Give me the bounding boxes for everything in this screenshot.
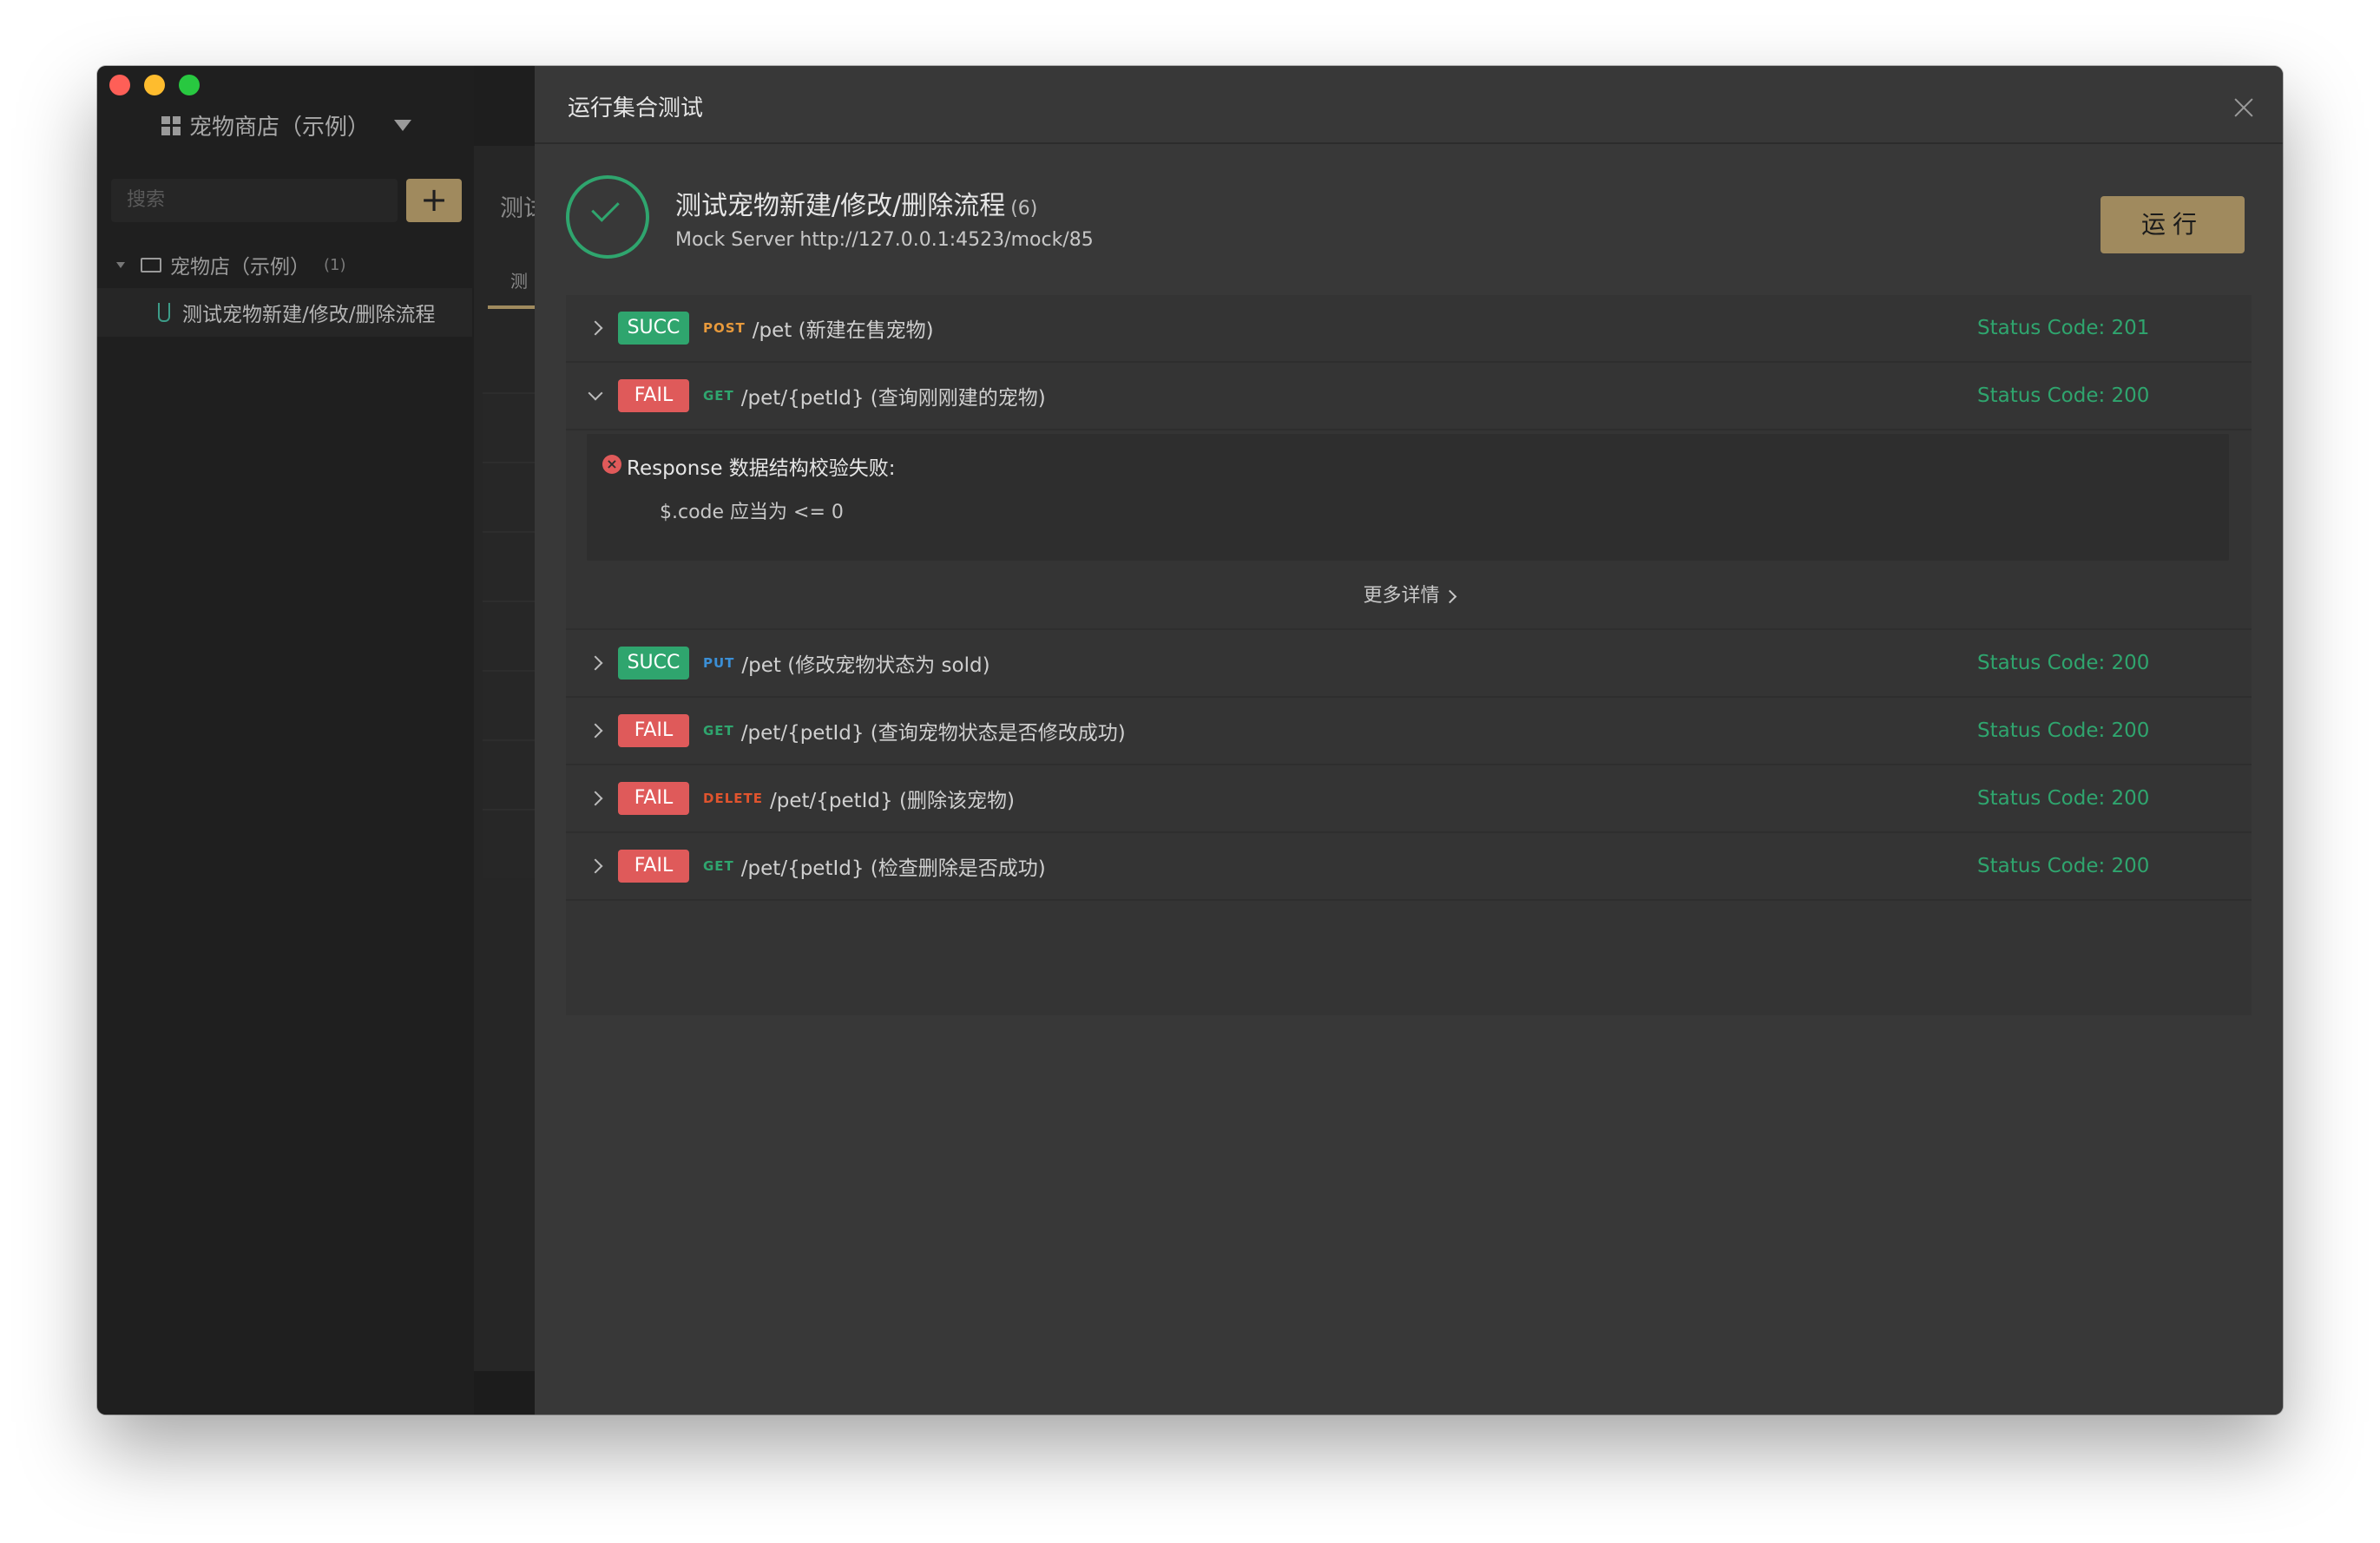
chevron-right-icon <box>588 858 603 874</box>
add-button[interactable]: + <box>406 179 462 222</box>
error-title: Response 数据结构校验失败: <box>627 457 896 480</box>
chevron-down-icon <box>588 385 603 401</box>
project-switcher[interactable]: 宠物商店（示例） <box>161 109 412 141</box>
chevron-right-icon <box>1443 589 1456 603</box>
result-row[interactable]: FAIL GET /pet/{petId} (查询宠物状态是否修改成功) Sta… <box>566 698 2252 765</box>
close-icon[interactable] <box>2234 97 2253 116</box>
background-pane: 测试 测 <box>474 66 547 1415</box>
folder-icon <box>141 257 161 272</box>
suite-count: (6) <box>1010 198 1038 220</box>
http-method: GET <box>703 723 734 739</box>
http-method: GET <box>703 388 734 404</box>
grid-icon <box>161 115 181 135</box>
error-box: × Response 数据结构校验失败: $.code 应当为 <= 0 <box>587 434 2229 561</box>
background-pane-header <box>474 66 535 146</box>
status-badge: FAIL <box>618 850 689 883</box>
tree-item-label: 测试宠物新建/修改/删除流程 <box>182 304 436 326</box>
window-controls <box>109 75 200 95</box>
tree-item-test-suite[interactable]: 测试宠物新建/修改/删除流程 <box>97 288 472 337</box>
status-badge: SUCC <box>618 312 689 345</box>
error-icon: × <box>602 455 621 474</box>
modal-header: 运行集合测试 <box>535 66 2283 144</box>
endpoint-label: /pet (修改宠物状态为 sold) <box>741 654 990 677</box>
result-row[interactable]: SUCC PUT /pet (修改宠物状态为 sold) Status Code… <box>566 630 2252 698</box>
status-code: Status Code: 201 <box>1977 317 2150 339</box>
run-collection-modal: 运行集合测试 测试宠物新建/修改/删除流程 (6) Mock Server htt… <box>535 66 2283 1415</box>
http-method: GET <box>703 858 734 874</box>
chevron-right-icon <box>588 791 603 806</box>
search-input[interactable]: 搜索 <box>111 179 398 222</box>
status-badge: FAIL <box>618 379 689 412</box>
status-badge: FAIL <box>618 714 689 747</box>
expand-triangle-icon <box>116 261 125 268</box>
status-badge: FAIL <box>618 782 689 815</box>
flask-icon <box>158 303 170 322</box>
folder-count: (1) <box>324 255 346 274</box>
status-code: Status Code: 200 <box>1977 787 2150 810</box>
endpoint-label: /pet (新建在售宠物) <box>752 319 934 342</box>
endpoint-label: /pet/{petId} (查询刚刚建的宠物) <box>740 387 1046 410</box>
endpoint-label: /pet/{petId} (查询宠物状态是否修改成功) <box>740 722 1126 745</box>
folder-label: 宠物店（示例） <box>170 256 310 279</box>
result-row[interactable]: FAIL GET /pet/{petId} (检查删除是否成功) Status … <box>566 833 2252 901</box>
caret-down-icon <box>394 120 412 131</box>
chevron-right-icon <box>588 655 603 671</box>
status-code: Status Code: 200 <box>1977 384 2150 407</box>
result-row[interactable]: SUCC POST /pet (新建在售宠物) Status Code: 201 <box>566 295 2252 363</box>
status-code: Status Code: 200 <box>1977 855 2150 877</box>
background-pane-tab: 测 <box>510 271 528 292</box>
run-button[interactable]: 运行 <box>2101 196 2245 253</box>
zoom-window-button[interactable] <box>179 75 200 95</box>
status-code: Status Code: 200 <box>1977 719 2150 742</box>
endpoint-label: /pet/{petId} (删除该宠物) <box>769 790 1015 812</box>
status-badge: SUCC <box>618 647 689 680</box>
modal-title: 运行集合测试 <box>568 95 704 121</box>
suite-title: 测试宠物新建/修改/删除流程 (6) <box>675 184 1037 222</box>
check-circle-icon <box>566 175 649 259</box>
tree-folder[interactable]: 宠物店（示例） (1) <box>116 250 346 279</box>
http-method: POST <box>703 320 746 336</box>
suite-name: 测试宠物新建/修改/删除流程 <box>675 191 1006 221</box>
minimize-window-button[interactable] <box>144 75 165 95</box>
more-details-label: 更多详情 <box>1363 585 1440 607</box>
app-window: 宠物商店（示例） 搜索 + 宠物店（示例） (1) 测试宠物新建/修改/删除流程… <box>97 66 2283 1415</box>
error-message: $.code 应当为 <= 0 <box>660 502 844 523</box>
result-row[interactable]: FAIL DELETE /pet/{petId} (删除该宠物) Status … <box>566 765 2252 833</box>
mock-server-url: Mock Server http://127.0.0.1:4523/mock/8… <box>675 229 1094 251</box>
result-detail: × Response 数据结构校验失败: $.code 应当为 <= 0 更多详… <box>566 430 2252 630</box>
tab-underline <box>488 305 535 309</box>
more-details-link[interactable]: 更多详情 <box>566 580 2252 607</box>
results-list: SUCC POST /pet (新建在售宠物) Status Code: 201… <box>566 295 2252 1015</box>
http-method: DELETE <box>703 791 763 806</box>
chevron-right-icon <box>588 320 603 336</box>
project-title: 宠物商店（示例） <box>189 115 371 141</box>
close-window-button[interactable] <box>109 75 130 95</box>
result-row[interactable]: FAIL GET /pet/{petId} (查询刚刚建的宠物) Status … <box>566 363 2252 430</box>
background-pane-rows <box>483 392 535 878</box>
http-method: PUT <box>703 655 735 671</box>
endpoint-label: /pet/{petId} (检查删除是否成功) <box>740 857 1046 880</box>
chevron-right-icon <box>588 723 603 739</box>
status-code: Status Code: 200 <box>1977 652 2150 674</box>
sidebar: 宠物商店（示例） 搜索 + 宠物店（示例） (1) 测试宠物新建/修改/删除流程 <box>97 66 476 1415</box>
background-pane-footer <box>474 1371 535 1415</box>
